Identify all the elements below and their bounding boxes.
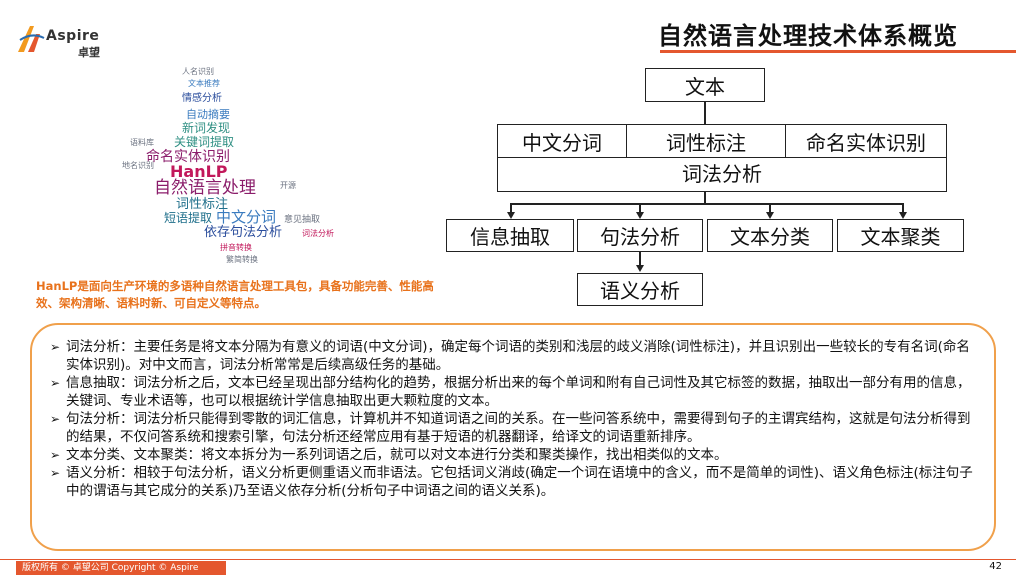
word-cloud-word: 短语提取 xyxy=(164,211,213,225)
footer-divider xyxy=(0,559,1016,560)
word-cloud-word: 开源 xyxy=(280,181,296,190)
node-text-classification: 文本分类 xyxy=(707,219,833,252)
footer-copyright: 版权所有 © 卓望公司 Copyright © Aspire xyxy=(16,561,226,575)
page-title: 自然语言处理技术体系概览 xyxy=(658,22,958,50)
list-item: ➢ 词法分析：主要任务是将文本分隔为有意义的词语(中文分词)，确定每个词语的类别和… xyxy=(50,338,975,374)
title-underline xyxy=(660,50,1016,53)
arrow-bullet-icon: ➢ xyxy=(50,412,61,426)
word-cloud-word: 地名识别 xyxy=(122,161,154,170)
list-item-text: 句法分析：词法分析只能得到零散的词汇信息，计算机并不知道词语之间的关系。在一些问… xyxy=(66,411,971,445)
list-item-text: 语义分析：相较于句法分析，语义分析更侧重语义而非语法。它包括词义消歧(确定一个词… xyxy=(66,465,973,499)
node-syntactic-parsing: 句法分析 xyxy=(577,219,703,252)
aspire-logo: Aspire 卓望 xyxy=(16,22,126,62)
hanlp-intro-text: HanLP是面向生产环境的多语种自然语言处理工具包，具备功能完善、性能高效、架构… xyxy=(36,279,434,310)
node-ner: 命名实体识别 xyxy=(785,124,947,158)
word-cloud-word: 自动摘要 xyxy=(186,108,230,121)
arrow-bullet-icon: ➢ xyxy=(50,376,61,390)
node-chinese-segmentation: 中文分词 xyxy=(497,124,627,158)
description-list: ➢ 词法分析：主要任务是将文本分隔为有意义的词语(中文分词)，确定每个词语的类别和… xyxy=(50,338,975,500)
word-cloud-word: 自然语言处理 xyxy=(154,178,256,198)
logo-brand-text: Aspire xyxy=(46,28,100,44)
arrow-icon xyxy=(766,212,774,219)
word-cloud-word: 新词发现 xyxy=(182,121,231,135)
list-item: ➢ 句法分析：词法分析只能得到零散的词汇信息，计算机并不知道词语之间的关系。在一些… xyxy=(50,410,975,446)
connector-line xyxy=(510,203,904,205)
arrow-icon xyxy=(507,212,515,219)
word-cloud-word: 依存句法分析 xyxy=(204,225,283,240)
arrow-bullet-icon: ➢ xyxy=(50,466,61,480)
node-text: 文本 xyxy=(645,68,765,102)
word-cloud-word: 情感分析 xyxy=(182,93,222,104)
word-cloud-word: 关键词提取 xyxy=(174,135,235,149)
node-text-clustering: 文本聚类 xyxy=(837,219,964,252)
page-number: 42 xyxy=(989,561,1002,572)
arrow-bullet-icon: ➢ xyxy=(50,340,61,354)
list-item: ➢ 语义分析：相较于句法分析，语义分析更侧重语义而非语法。它包括词义消歧(确定一个… xyxy=(50,464,975,500)
arrow-bullet-icon: ➢ xyxy=(50,448,61,462)
connector-line xyxy=(639,252,641,266)
word-cloud-word: 语料库 xyxy=(130,138,154,147)
node-lexical-analysis: 词法分析 xyxy=(682,162,762,186)
word-cloud-word: 中文分词 xyxy=(216,208,277,226)
word-cloud-word: 人名识别 xyxy=(182,67,214,76)
word-cloud-word: 词法分析 xyxy=(302,229,334,238)
word-cloud-word: 意见抽取 xyxy=(284,215,321,225)
arrow-icon xyxy=(899,212,907,219)
word-cloud-word: 繁简转换 xyxy=(226,255,258,264)
list-item: ➢ 信息抽取：词法分析之后，文本已经呈现出部分结构化的趋势，根据分析出来的每个单词… xyxy=(50,374,975,410)
node-pos-tagging: 词性标注 xyxy=(626,124,786,158)
node-semantic-analysis: 语义分析 xyxy=(577,273,703,306)
arrow-icon xyxy=(636,212,644,219)
logo-brand-cn-text: 卓望 xyxy=(78,46,100,59)
connector-line xyxy=(704,102,706,124)
arrow-icon xyxy=(636,265,644,272)
list-item-text: 信息抽取：词法分析之后，文本已经呈现出部分结构化的趋势，根据分析出来的每个单词和… xyxy=(66,375,971,409)
word-cloud-word: 文本推荐 xyxy=(188,79,220,88)
list-item: ➢ 文本分类、文本聚类：将文本拆分为一系列词语之后，就可以对文本进行分类和聚类操作… xyxy=(50,446,975,464)
logo-mark-icon xyxy=(18,26,45,52)
hanlp-word-cloud: 人名识别 文本推荐 情感分析 自动摘要 新词发现 关键词提取 语料库 命名实体识… xyxy=(120,64,350,274)
node-information-extraction: 信息抽取 xyxy=(446,219,574,252)
list-item-text: 词法分析：主要任务是将文本分隔为有意义的词语(中文分词)，确定每个词语的类别和浅… xyxy=(66,339,970,373)
word-cloud-word: 拼音转换 xyxy=(220,243,252,252)
list-item-text: 文本分类、文本聚类：将文本拆分为一系列词语之后，就可以对文本进行分类和聚类操作，… xyxy=(66,447,728,463)
